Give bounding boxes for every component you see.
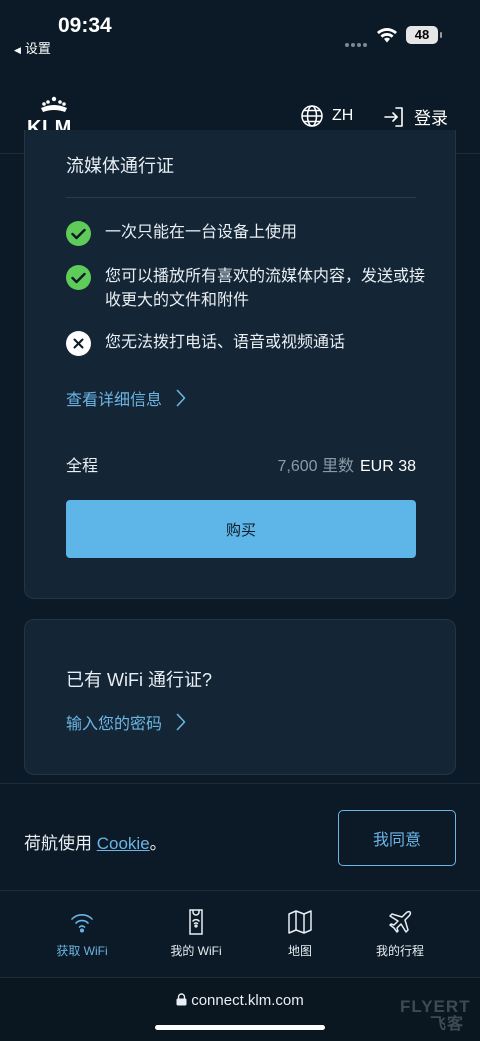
- enter-code-link[interactable]: 输入您的密码: [66, 710, 186, 734]
- crown-icon: [41, 96, 67, 112]
- battery-indicator: 48: [406, 26, 442, 44]
- view-details-label: 查看详细信息: [66, 392, 163, 409]
- pass-title: 流媒体通行证: [66, 156, 174, 176]
- tab-map[interactable]: 地图: [250, 908, 350, 960]
- wifi-status-icon: [376, 26, 398, 49]
- price-label: 全程: [66, 458, 99, 475]
- status-time: 09:34: [58, 14, 112, 37]
- cookie-banner: 荷航使用 Cookie。 我同意: [0, 783, 480, 891]
- tab-label: 我的行程: [375, 944, 424, 958]
- globe-icon: [301, 105, 323, 127]
- bottom-tab-bar: 获取 WiFi 我的 WiFi 地图 我的行程: [0, 892, 480, 978]
- browser-url-bar[interactable]: connect.klm.com FLYERT 飞客: [0, 978, 480, 1041]
- feature-item: 您无法拨打电话、语音或视频通话: [66, 331, 425, 356]
- buy-button[interactable]: 购买: [66, 500, 416, 558]
- watermark-line1: FLYERT: [400, 997, 471, 1016]
- chevron-right-icon: [176, 713, 186, 731]
- tab-my-trip[interactable]: 我的行程: [350, 908, 450, 960]
- agree-button[interactable]: 我同意: [338, 810, 456, 866]
- tab-my-wifi[interactable]: 我的 WiFi: [146, 908, 246, 960]
- tab-label: 地图: [287, 944, 312, 958]
- check-icon: [66, 265, 91, 290]
- existing-pass-card: 已有 WiFi 通行证? 输入您的密码: [24, 619, 456, 775]
- cookie-text: 荷航使用 Cookie。: [24, 829, 167, 854]
- map-icon: [288, 910, 312, 934]
- login-icon: [384, 106, 403, 127]
- lock-icon: [176, 993, 187, 1006]
- feature-item: 您可以播放所有喜欢的流媒体内容，发送或接收更大的文件和附件: [66, 265, 425, 313]
- view-details-link[interactable]: 查看详细信息: [66, 386, 186, 410]
- cross-icon: [66, 331, 91, 356]
- back-triangle-icon: ◀: [14, 45, 21, 55]
- plane-icon: [389, 910, 412, 933]
- login-label: 登录: [414, 109, 448, 128]
- cookie-suffix: 。: [149, 834, 167, 853]
- feature-item: 一次只能在一台设备上使用: [66, 221, 425, 246]
- back-app-label: 设置: [24, 41, 51, 56]
- home-indicator[interactable]: [155, 1025, 325, 1030]
- price-eur: EUR 38: [359, 458, 416, 475]
- price-row: 全程 7,600 里数 EUR 38: [66, 452, 416, 476]
- tab-label: 获取 WiFi: [56, 944, 108, 958]
- check-icon: [66, 221, 91, 246]
- feature-text: 您无法拨打电话、语音或视频通话: [105, 334, 346, 351]
- cellular-signal-icon: [344, 34, 368, 52]
- feature-text: 您可以播放所有喜欢的流媒体内容，发送或接收更大的文件和附件: [105, 268, 426, 309]
- enter-code-label: 输入您的密码: [66, 716, 163, 733]
- chevron-right-icon: [176, 389, 186, 407]
- cookie-prefix: 荷航使用: [24, 834, 97, 853]
- cookie-link[interactable]: Cookie: [97, 834, 150, 853]
- language-label: ZH: [332, 107, 354, 124]
- tab-get-wifi[interactable]: 获取 WiFi: [32, 908, 132, 960]
- language-button[interactable]: ZH: [300, 104, 353, 128]
- back-to-settings[interactable]: ◀ 设置: [14, 38, 51, 57]
- watermark-line2: 飞客: [430, 1016, 465, 1033]
- divider: [66, 197, 416, 198]
- streaming-pass-card: 流媒体通行证 一次只能在一台设备上使用 您可以播放所有喜欢的流媒体内容，发送或接…: [24, 130, 456, 599]
- watermark: FLYERT 飞客: [400, 998, 471, 1034]
- login-button[interactable]: 登录: [382, 104, 448, 129]
- existing-pass-title: 已有 WiFi 通行证?: [66, 670, 212, 690]
- feature-text: 一次只能在一台设备上使用: [105, 224, 298, 241]
- pass-icon: [189, 909, 203, 935]
- status-bar: 09:34 ◀ 设置 48: [0, 0, 480, 60]
- url-text: connect.klm.com: [191, 992, 304, 1009]
- price-miles: 7,600 里数: [277, 458, 354, 475]
- wifi-icon: [71, 914, 93, 933]
- tab-label: 我的 WiFi: [170, 944, 222, 958]
